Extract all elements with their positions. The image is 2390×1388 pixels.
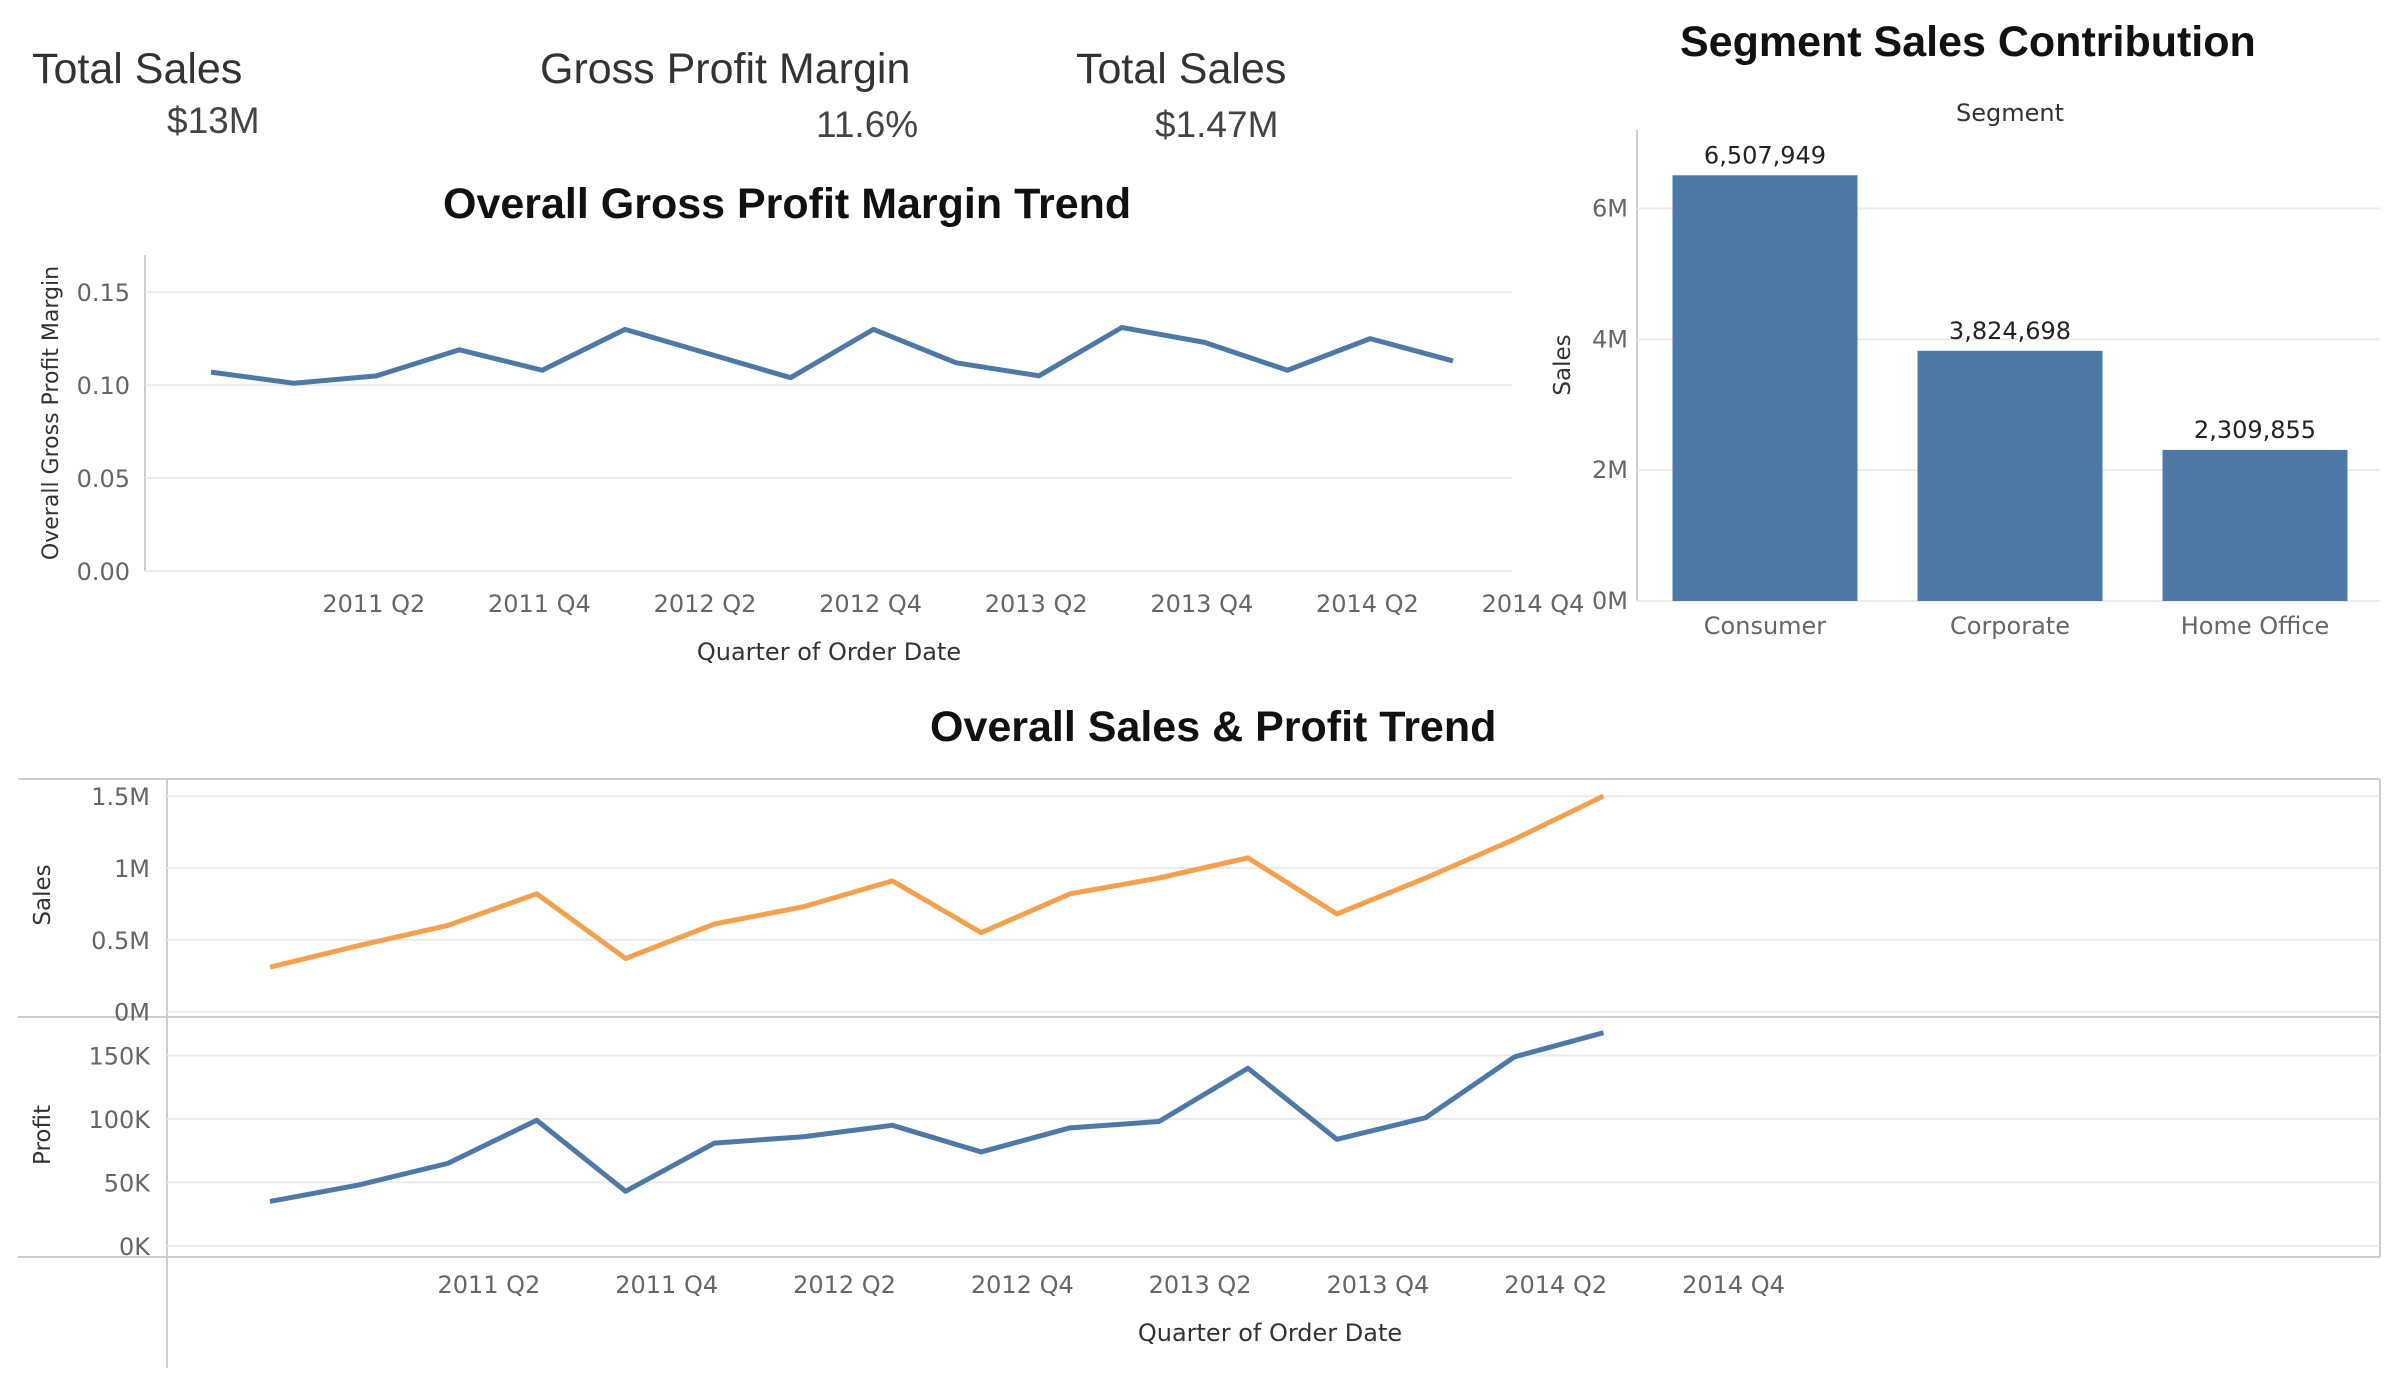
segment-bar-data-label: 2,309,855 <box>2194 416 2316 444</box>
gpm-y-tick-label: 0.15 <box>77 279 130 307</box>
profit-series-line <box>269 1030 1605 1204</box>
gpm-x-axis-title: Quarter of Order Date <box>697 638 961 666</box>
gpm-x-tick-label: 2013 Q4 <box>1150 590 1253 618</box>
sp-x-tick-label: 2014 Q2 <box>1504 1271 1607 1299</box>
sales-y-axis-title: Sales <box>30 864 56 925</box>
sp-x-tick-label: 2012 Q2 <box>793 1271 896 1299</box>
segment-x-tick-label: Consumer <box>1704 612 1827 640</box>
sales-y-tick-label: 0M <box>114 999 150 1027</box>
charts-canvas: 0.00 0.05 0.10 0.15 2011 Q2 2011 Q4 2012 Q2 201… <box>18 99 2381 1368</box>
segment-bar <box>2162 449 2348 601</box>
segment-bar <box>1917 350 2103 601</box>
sp-x-tick-label: 2013 Q2 <box>1149 1271 1252 1299</box>
sp-x-tick-label: 2011 Q2 <box>437 1271 540 1299</box>
profit-y-tick-label: 50K <box>104 1169 152 1197</box>
sales-y-tick-label: 0.5M <box>91 927 150 955</box>
gpm-x-tick-label: 2014 Q4 <box>1482 590 1585 618</box>
gpm-x-tick-label: 2012 Q4 <box>819 590 922 618</box>
segment-x-tick-label: Corporate <box>1950 612 2070 640</box>
gpm-x-tick-label: 2013 Q2 <box>985 590 1088 618</box>
sales-y-tick-label: 1.5M <box>91 783 150 811</box>
profit-y-axis-title: Profit <box>30 1105 56 1165</box>
gpm-series-line <box>210 324 1454 386</box>
segment-y-axis-title: Sales <box>1550 334 1576 395</box>
segment-y-tick-label: 6M <box>1592 195 1628 223</box>
sp-x-tick-label: 2011 Q4 <box>615 1271 718 1299</box>
sp-x-axis-title: Quarter of Order Date <box>1138 1319 1402 1347</box>
gpm-x-tick-label: 2012 Q2 <box>654 590 757 618</box>
segment-y-tick-label: 0M <box>1592 587 1628 615</box>
profit-y-tick-label: 100K <box>88 1106 151 1134</box>
profit-y-tick-label: 150K <box>88 1043 151 1071</box>
gpm-y-axis-title: Overall Gross Profit Margin <box>39 266 64 560</box>
segment-column-header: Segment <box>1956 99 2064 127</box>
gpm-y-tick-label: 0.05 <box>77 465 130 493</box>
segment-y-tick-label: 2M <box>1592 456 1628 484</box>
profit-y-tick-label: 0K <box>119 1233 151 1261</box>
segment-bar-data-label: 3,824,698 <box>1949 317 2071 345</box>
sp-x-tick-label: 2013 Q4 <box>1326 1271 1429 1299</box>
sales-y-tick-label: 1M <box>114 855 150 883</box>
segment-x-tick-label: Home Office <box>2181 612 2330 640</box>
gpm-x-tick-label: 2011 Q2 <box>322 590 425 618</box>
segment-bar-data-label: 6,507,949 <box>1704 141 1826 169</box>
gpm-x-tick-label: 2011 Q4 <box>488 590 591 618</box>
gpm-x-tick-label: 2014 Q2 <box>1316 590 1419 618</box>
gpm-y-tick-label: 0.00 <box>77 558 130 586</box>
sales-series-line <box>269 793 1605 970</box>
gpm-y-tick-label: 0.10 <box>77 372 130 400</box>
sp-x-tick-label: 2012 Q4 <box>971 1271 1074 1299</box>
sp-x-tick-label: 2014 Q4 <box>1682 1271 1785 1299</box>
segment-y-tick-label: 4M <box>1592 325 1628 353</box>
segment-bar <box>1672 175 1858 601</box>
